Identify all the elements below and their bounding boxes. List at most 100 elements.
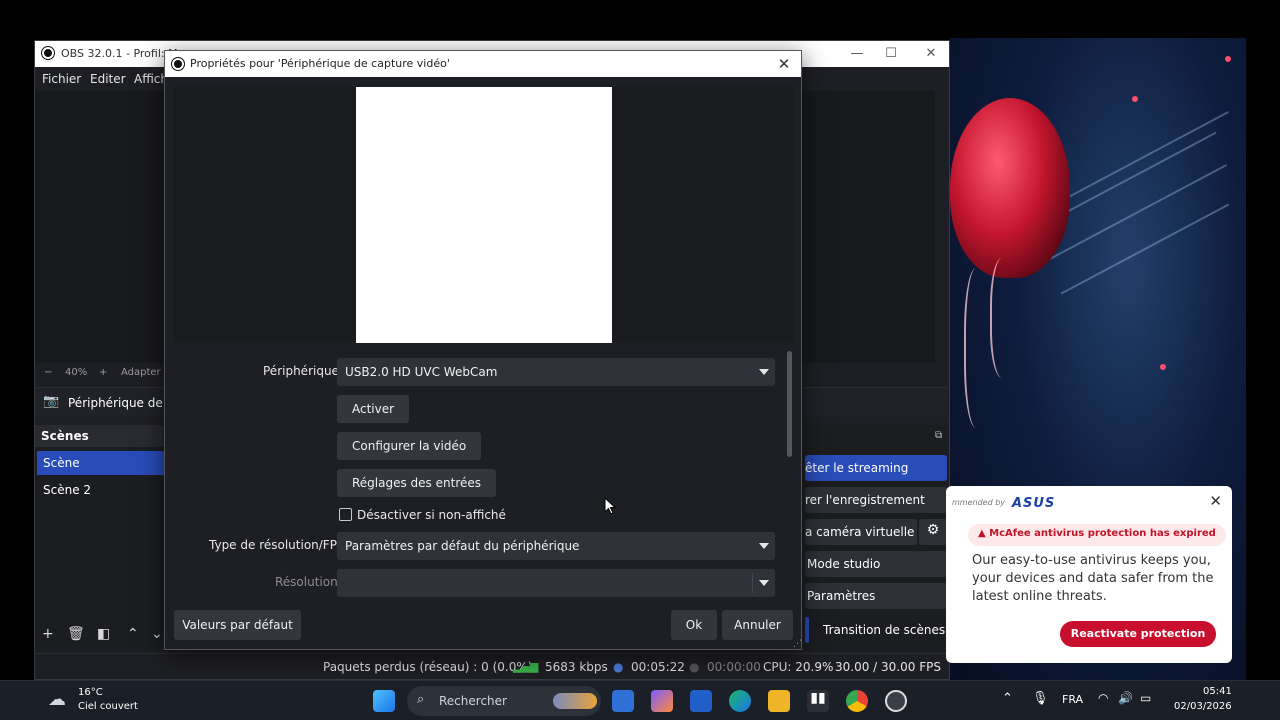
dock-icon[interactable]: ⧉	[935, 430, 942, 441]
resfps-value: Paramètres par défaut du périphérique	[345, 539, 580, 553]
weather-desc[interactable]: Ciel couvert	[78, 701, 138, 712]
edge-icon[interactable]	[729, 690, 751, 712]
deactivate-checkbox-label[interactable]: Désactiver si non-affiché	[357, 508, 506, 522]
resfps-label: Type de résolution/FPS	[209, 538, 345, 552]
virtual-camera-button[interactable]: a caméra virtuelle	[805, 519, 917, 545]
copilot-icon[interactable]	[651, 690, 673, 712]
studio-mode-button[interactable]: Mode studio	[805, 551, 947, 577]
cpu-usage: CPU: 20.9%	[763, 660, 834, 674]
zoom-level: 40%	[65, 367, 88, 378]
stop-streaming-label: êter le streaming	[805, 461, 909, 475]
chevron-up-icon[interactable]: ⌃	[1002, 691, 1013, 706]
resolution-label: Résolution	[275, 575, 338, 589]
light-streak	[1060, 203, 1230, 295]
battery-icon[interactable]: ▭	[1140, 691, 1151, 705]
maximize-icon[interactable]: ☐	[877, 44, 905, 64]
warning-icon: ▲	[978, 528, 990, 539]
combo-divider	[752, 573, 753, 593]
taskbar-search[interactable]: ⌕ Rechercher	[407, 686, 601, 716]
outlook-icon[interactable]	[690, 690, 712, 712]
expired-badge: ▲ McAfee antivirus protection has expire…	[968, 524, 1226, 546]
light-streak	[1051, 111, 1229, 207]
language-indicator[interactable]: FRA	[1062, 693, 1083, 706]
scene-transitions-label[interactable]: Transition de scènes	[823, 623, 945, 637]
dialog-scrollbar[interactable]	[787, 351, 792, 457]
controls-panel: ⧉ êter le streaming rer l'enregistrement…	[805, 425, 949, 651]
record-time: 00:00:00	[707, 660, 761, 674]
configure-video-button[interactable]: Configurer la vidéo	[337, 432, 482, 460]
clock-date[interactable]: 02/03/2026	[1174, 701, 1232, 712]
resolution-select[interactable]	[337, 569, 775, 597]
chevron-up-icon[interactable]: ⌃	[127, 626, 139, 642]
bitrate: 5683 kbps	[545, 660, 608, 674]
gear-icon[interactable]: ⚙	[919, 519, 947, 545]
signal-icon: ▂▄▆	[513, 660, 539, 673]
input-settings-button[interactable]: Réglages des entrées	[337, 469, 496, 497]
deactivate-checkbox[interactable]	[339, 508, 352, 521]
dialog-title: Propriétés pour 'Périphérique de capture…	[190, 57, 450, 70]
settings-button[interactable]: Paramètres	[805, 583, 947, 609]
filter-icon[interactable]: ◧	[97, 626, 110, 642]
zoom-in-button[interactable]: +	[99, 367, 107, 378]
expired-badge-text: McAfee antivirus protection has expired	[989, 528, 1216, 539]
properties-dialog: Propriétés pour 'Périphérique de capture…	[164, 50, 802, 650]
particle	[1225, 56, 1231, 62]
menu-affichage[interactable]: Affich	[134, 72, 168, 86]
chevron-down-icon	[759, 580, 769, 586]
search-highlight-icon	[553, 693, 597, 709]
mcafee-notification: mmended by ASUS ✕ ▲ McAfee antivirus pro…	[946, 486, 1232, 663]
mouse-cursor-icon	[604, 497, 616, 515]
ok-button[interactable]: Ok	[671, 610, 717, 640]
file-explorer-icon[interactable]	[768, 690, 790, 712]
reactivate-protection-button[interactable]: Reactivate protection	[1060, 621, 1216, 647]
resize-grip-icon[interactable]: ⋰	[793, 639, 802, 649]
activate-button[interactable]: Activer	[337, 395, 410, 423]
weather-temp[interactable]: 16°C	[78, 687, 103, 698]
start-recording-button[interactable]: rer l'enregistrement	[805, 487, 947, 513]
device-value: USB2.0 HD UVC WebCam	[345, 365, 498, 379]
close-icon[interactable]: ✕	[917, 44, 945, 64]
device-select[interactable]: USB2.0 HD UVC WebCam	[337, 358, 775, 386]
chrome-icon[interactable]	[846, 690, 868, 712]
wifi-icon[interactable]: ◠	[1098, 691, 1108, 705]
weather-cloud-icon[interactable]: ☁	[48, 689, 66, 710]
cancel-button[interactable]: Annuler	[722, 610, 793, 640]
audio-app-icon[interactable]: ▮▮	[807, 690, 829, 712]
virtual-camera-label: a caméra virtuelle	[805, 525, 915, 539]
zoom-fit-button[interactable]: Adapter à	[121, 367, 170, 378]
jellyfish-image	[950, 98, 1070, 278]
obs-logo-icon	[42, 47, 54, 59]
studio-mode-label: Mode studio	[807, 557, 881, 571]
resfps-select[interactable]: Paramètres par défaut du périphérique	[337, 532, 775, 560]
microphone-icon[interactable]: 🎙	[1032, 691, 1049, 706]
start-recording-label: rer l'enregistrement	[805, 493, 925, 507]
asus-logo: ASUS	[1012, 496, 1056, 511]
minimize-icon[interactable]: —	[843, 44, 871, 64]
settings-label: Paramètres	[807, 589, 876, 603]
trash-icon[interactable]: 🗑	[67, 626, 85, 642]
menu-fichier[interactable]: Fichier	[42, 72, 81, 86]
close-icon[interactable]: ✕	[773, 54, 795, 74]
source-preview	[173, 87, 793, 343]
app-icon-1[interactable]	[612, 690, 634, 712]
record-icon: ●	[689, 660, 700, 674]
search-placeholder: Rechercher	[439, 694, 507, 708]
search-icon: ⌕	[417, 692, 425, 707]
windows-start-icon[interactable]	[373, 690, 395, 712]
transition-accent	[805, 617, 809, 643]
chevron-down-icon	[759, 543, 769, 549]
clock-time[interactable]: 05:41	[1203, 686, 1232, 697]
menu-editer[interactable]: Editer	[90, 72, 126, 86]
obs-taskbar-icon[interactable]	[885, 690, 907, 712]
zoom-out-button[interactable]: −	[44, 367, 52, 378]
jellyfish-tentacle	[990, 258, 1020, 378]
close-icon[interactable]: ✕	[1209, 492, 1222, 510]
obs-logo-icon	[172, 58, 184, 70]
add-icon[interactable]: +	[42, 626, 54, 642]
chevron-down-icon[interactable]: ⌄	[151, 626, 163, 642]
dialog-titlebar: Propriétés pour 'Périphérique de capture…	[165, 51, 801, 77]
camera-icon: 📷	[43, 394, 60, 409]
defaults-button[interactable]: Valeurs par défaut	[174, 610, 301, 640]
stop-streaming-button[interactable]: êter le streaming	[805, 455, 947, 481]
volume-icon[interactable]: 🔊	[1118, 691, 1133, 705]
